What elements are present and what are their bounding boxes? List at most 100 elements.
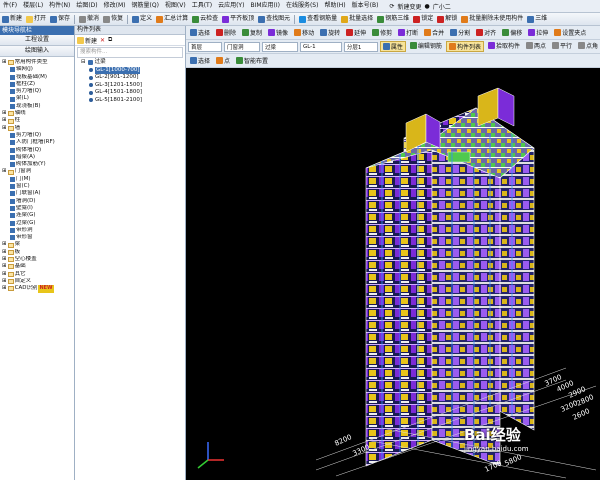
toolbar-button[interactable]: 锁定	[411, 13, 435, 25]
expand-icon[interactable]: ⊞	[2, 117, 7, 124]
new-component-button[interactable]: 新建	[77, 36, 97, 45]
expand-icon[interactable]: ⊞	[2, 241, 7, 248]
toolbar-button[interactable]: 批量删除未使用构件	[459, 13, 525, 25]
property-tool[interactable]: 拾取构件	[486, 41, 522, 50]
menu-item[interactable]: 楼层(L)	[20, 0, 46, 12]
component-item[interactable]: GL-1[1000-700]	[75, 66, 185, 74]
tree-item[interactable]: 剪力墙(Q)	[0, 88, 74, 95]
edit-tool[interactable]: 偏移	[500, 28, 524, 37]
layer-select[interactable]: 分层1	[343, 41, 378, 52]
expand-icon[interactable]: ⊞	[2, 271, 7, 278]
toolbar-button[interactable]: 查找图元	[256, 13, 292, 25]
expand-icon[interactable]: ⊞	[2, 256, 7, 263]
tree-item[interactable]: 砌体加筋(Y)	[0, 161, 74, 168]
menu-item[interactable]: 修改(M)	[101, 0, 129, 12]
user-name[interactable]: 广小二	[433, 2, 451, 11]
tree-item[interactable]: ⊞ 常用构件类型	[0, 59, 74, 66]
menu-item[interactable]: 件(F)	[0, 0, 20, 12]
tree-item[interactable]: ⊞ 其它	[0, 271, 74, 278]
tree-item[interactable]: ⊞ 轴线	[0, 110, 74, 117]
tree-root[interactable]: ⊟ 过梁	[75, 59, 185, 67]
tree-item[interactable]: ⊞ 墙	[0, 125, 74, 132]
tree-item[interactable]: 筏板基础(M)	[0, 74, 74, 81]
component-select[interactable]: GL-1	[299, 41, 342, 52]
expand-icon[interactable]: ⊞	[2, 249, 7, 256]
type-select[interactable]: 过梁	[261, 41, 298, 52]
toolbar-button[interactable]: 打开	[24, 13, 48, 25]
menu-item[interactable]: 视图(V)	[162, 0, 189, 12]
placement-tool[interactable]: 点	[214, 56, 232, 65]
tree-item[interactable]: 门联窗(A)	[0, 190, 74, 197]
toolbar-button[interactable]: 钢筋三维	[375, 13, 411, 25]
tree-item[interactable]: 框柱(Z)	[0, 81, 74, 88]
tree-item[interactable]: 墙洞(D)	[0, 198, 74, 205]
edit-tool[interactable]: 旋转	[318, 28, 342, 37]
tree-item[interactable]: ⊞ 空心楼盖	[0, 256, 74, 263]
expand-icon[interactable]: ⊞	[2, 278, 7, 285]
tree-item[interactable]: 带形洞	[0, 227, 74, 234]
placement-tool[interactable]: 智能布置	[234, 56, 270, 65]
edit-tool[interactable]: 打断	[396, 28, 420, 37]
toolbar-button[interactable]: 查看钢筋量	[297, 13, 339, 25]
tree-item[interactable]: 人防门框墙(RF)	[0, 139, 74, 146]
toolbar-button[interactable]: 定义	[130, 13, 154, 25]
copy-component-icon[interactable]: ⧉	[108, 36, 112, 44]
component-item[interactable]: GL-4[1501-1800]	[75, 89, 185, 97]
tree-item[interactable]: 壁龛(I)	[0, 205, 74, 212]
edit-tool[interactable]: 删除	[214, 28, 238, 37]
toolbar-button[interactable]: 三维	[525, 13, 549, 25]
menu-item[interactable]: 帮助(H)	[321, 0, 348, 12]
tree-item[interactable]: 门(M)	[0, 176, 74, 183]
tree-item[interactable]: 剪力墙(Q)	[0, 132, 74, 139]
edit-tool[interactable]: 分割	[448, 28, 472, 37]
tree-item[interactable]: 梁(L)	[0, 95, 74, 102]
expand-icon[interactable]: ⊞	[2, 59, 7, 66]
expand-icon[interactable]: ⊞	[2, 263, 7, 270]
tree-item[interactable]: ⊞ 板	[0, 249, 74, 256]
expand-icon[interactable]: ⊞	[2, 110, 7, 117]
toolbar-button[interactable]: 汇总计算	[154, 13, 190, 25]
tree-item[interactable]: ⊞ 柱	[0, 117, 74, 124]
property-tool[interactable]: 两点	[524, 41, 548, 50]
menu-item[interactable]: 工具(T)	[189, 0, 215, 12]
tree-item[interactable]: ⊞ 基础	[0, 263, 74, 270]
3d-viewport[interactable]: 8200 3300 3700 4000 2900 2800 3200 2600 1700 5800…	[186, 68, 600, 480]
property-tool[interactable]: 编辑钢筋	[408, 41, 444, 50]
property-tool[interactable]: 构件列表	[445, 41, 484, 52]
tree-item[interactable]: 轴网(J)	[0, 66, 74, 73]
menu-item[interactable]: 钢筋量(Q)	[129, 0, 162, 12]
menu-item[interactable]: 云应用(Y)	[215, 0, 247, 12]
delete-component-icon[interactable]: ✕	[100, 37, 105, 44]
expand-icon[interactable]: ⊞	[2, 285, 7, 292]
toolbar-button[interactable]: 云检查	[190, 13, 220, 25]
menu-item[interactable]: 在线服务(S)	[283, 0, 322, 12]
toolbar-button[interactable]: 保存	[48, 13, 72, 25]
category-select[interactable]: 门窗洞	[223, 41, 260, 52]
property-tool[interactable]: 平行	[550, 41, 574, 50]
menu-item[interactable]: 绘图(D)	[73, 0, 100, 12]
toolbar-button[interactable]: 新建	[0, 13, 24, 25]
expand-icon[interactable]: ⊞	[2, 168, 7, 175]
tree-item[interactable]: 砌体墙(Q)	[0, 147, 74, 154]
tree-item[interactable]: ⊞ 梁	[0, 241, 74, 248]
menu-item[interactable]: 版本号(B)	[349, 0, 382, 12]
tree-item[interactable]: 窗(C)	[0, 183, 74, 190]
tree-item[interactable]: ⊞ 自定义	[0, 278, 74, 285]
component-item[interactable]: GL-2[901-1200]	[75, 74, 185, 82]
edit-tool[interactable]: 选择	[188, 28, 212, 37]
toolbar-button[interactable]: 撤消	[77, 13, 101, 25]
edit-tool[interactable]: 设置夹点	[552, 28, 588, 37]
edit-tool[interactable]: 修剪	[370, 28, 394, 37]
tree-item[interactable]: 带形窗	[0, 234, 74, 241]
menu-item[interactable]: BIM应用(I)	[247, 0, 283, 12]
property-tool[interactable]: 点角	[576, 41, 600, 50]
toolbar-button[interactable]: 解锁	[435, 13, 459, 25]
edit-tool[interactable]: 复制	[240, 28, 264, 37]
tree-item[interactable]: 过梁(G)	[0, 220, 74, 227]
tree-item[interactable]: ⊞ 门窗洞	[0, 168, 74, 175]
property-tool[interactable]: 属性	[379, 41, 406, 52]
placement-tool[interactable]: 选择	[188, 56, 212, 65]
toolbar-button[interactable]: 批量选择	[339, 13, 375, 25]
floor-select[interactable]: 首层	[188, 41, 222, 52]
tree-item[interactable]: 连梁(G)	[0, 212, 74, 219]
